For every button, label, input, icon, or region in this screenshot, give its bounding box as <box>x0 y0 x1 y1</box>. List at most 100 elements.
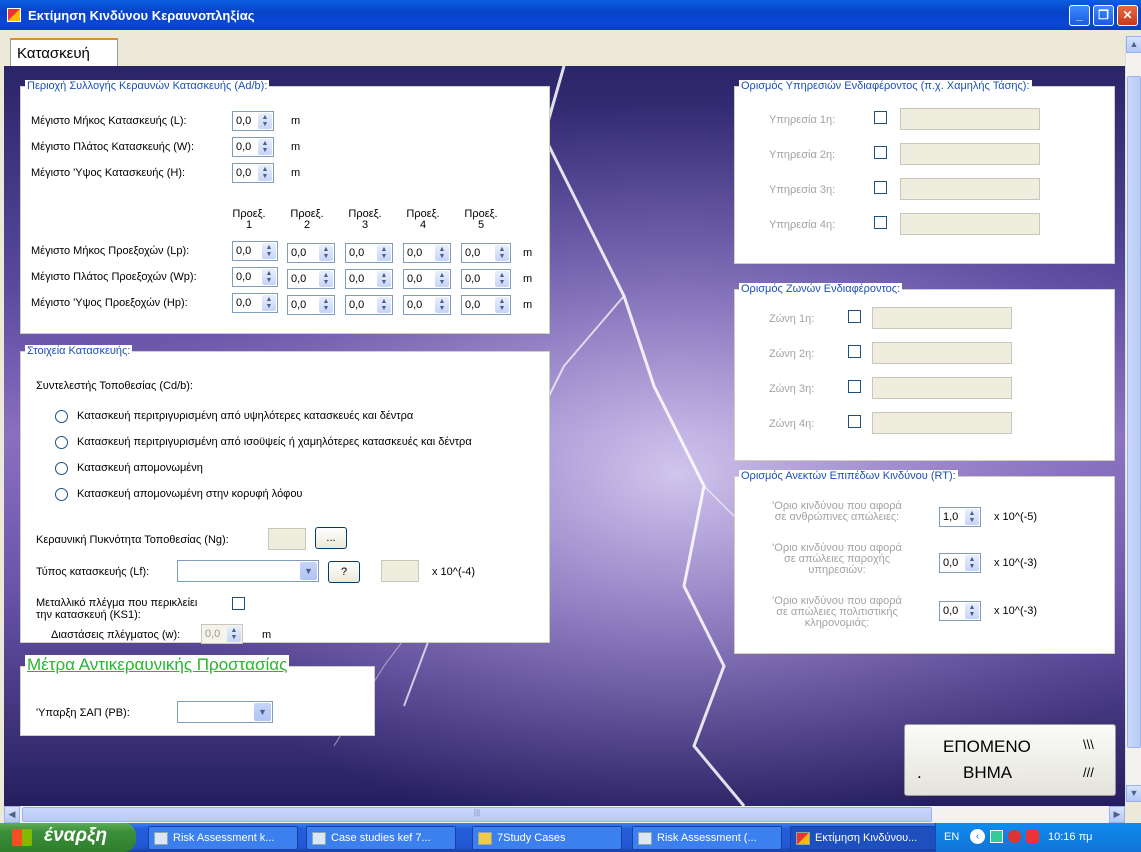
zone-3-checkbox[interactable] <box>848 380 861 393</box>
taskbar-item-1[interactable]: Risk Assessment k... <box>148 826 298 850</box>
scroll-right-icon[interactable]: ▶ <box>1109 806 1125 823</box>
location-radio-4[interactable] <box>55 488 68 501</box>
service-2-checkbox[interactable] <box>874 146 887 159</box>
minimize-button[interactable]: _ <box>1069 5 1090 26</box>
service-1-field <box>900 108 1040 130</box>
risk-heritage-spinner[interactable]: 0,0 ▲ ▼ <box>939 601 981 621</box>
proj-length-spinner-1[interactable]: 0,0 ▲ ▼ <box>232 241 278 261</box>
risk-human-label: 'Οριο κινδύνου που αφορά σε ανθρώπινες απ… <box>772 500 902 523</box>
proj-width-unit: m <box>523 273 533 285</box>
folder-icon <box>478 832 492 845</box>
proj-height-unit: m <box>523 299 533 311</box>
proj-height-spinner-1[interactable]: 0,0 ▲ ▼ <box>232 293 278 313</box>
scroll-down-icon[interactable]: ▼ <box>1126 785 1141 802</box>
proj-width-spinner-2[interactable]: 0,0 ▲ ▼ <box>287 269 335 289</box>
location-coefficient-label: Συντελεστής Τοποθεσίας (Cd/b): <box>36 380 193 392</box>
proj-height-spinner-2[interactable]: 0,0 ▲ ▼ <box>287 295 335 315</box>
scroll-left-icon[interactable]: ◀ <box>4 806 20 823</box>
zone-4-checkbox[interactable] <box>848 415 861 428</box>
tab-construction[interactable]: Κατασκευή <box>10 38 118 66</box>
service-1-label: Υπηρεσία 1η: <box>769 114 836 126</box>
location-radio-1[interactable] <box>55 410 68 423</box>
proj-length-spinner-2[interactable]: 0,0 ▲ ▼ <box>287 243 335 263</box>
restore-button[interactable]: ❐ <box>1093 5 1114 26</box>
metal-mesh-checkbox[interactable] <box>232 597 245 610</box>
proj-height-label: Μέγιστο 'Υψος Προεξοχών (Hp): <box>31 297 188 309</box>
construction-type-help-button[interactable]: ? <box>328 561 360 583</box>
next-step-button[interactable]: ΕΠΟΜΕΝΟ ΒΗΜΑ . \\\ /// <box>904 724 1116 796</box>
location-option-2: Κατασκευή περιτριγυρισμένη από ισοϋψείς … <box>77 436 472 448</box>
language-indicator[interactable]: EN <box>944 831 959 843</box>
width-label: Μέγιστο Πλάτος Κατασκευής (W): <box>31 141 195 153</box>
proj-width-spinner-1[interactable]: 0,0 ▲ ▼ <box>232 267 278 287</box>
proj-header-4: Προεξ. 4 <box>406 208 440 231</box>
proj-height-spinner-5[interactable]: 0,0 ▲ ▼ <box>461 295 511 315</box>
form-canvas: Περιοχή Συλλογής Κεραυνών Κατασκευής (Ad… <box>4 66 1125 806</box>
proj-width-spinner-4[interactable]: 0,0 ▲ ▼ <box>403 269 451 289</box>
risk-human-spinner[interactable]: 1,0 ▲ ▼ <box>939 507 981 527</box>
zone-2-checkbox[interactable] <box>848 345 861 358</box>
taskbar-item-3[interactable]: 7Study Cases <box>472 826 622 850</box>
zone-3-label: Ζώνη 3η: <box>769 383 815 395</box>
antivirus-icon[interactable] <box>1026 830 1039 843</box>
service-4-checkbox[interactable] <box>874 216 887 229</box>
collection-area-legend: Περιοχή Συλλογής Κεραυνών Κατασκευής (Ad… <box>25 80 270 92</box>
proj-length-spinner-5[interactable]: 0,0 ▲ ▼ <box>461 243 511 263</box>
horizontal-scroll-thumb[interactable]: ||| <box>22 807 932 822</box>
mesh-dimension-spinner[interactable]: 0,0 ▲ ▼ <box>201 624 243 644</box>
close-button[interactable]: ✕ <box>1117 5 1138 26</box>
security-icon[interactable] <box>1008 830 1021 843</box>
construction-type-select[interactable]: ▼ <box>177 560 319 582</box>
start-button[interactable]: έναρξη <box>0 823 136 852</box>
proj-length-spinner-4[interactable]: 0,0 ▲ ▼ <box>403 243 451 263</box>
collection-area-panel: Περιοχή Συλλογής Κεραυνών Κατασκευής (Ad… <box>20 80 550 334</box>
service-1-checkbox[interactable] <box>874 111 887 124</box>
risk-service-spinner[interactable]: 0,0 ▲ ▼ <box>939 553 981 573</box>
proj-width-spinner-3[interactable]: 0,0 ▲ ▼ <box>345 269 393 289</box>
construction-type-value-field <box>381 560 419 582</box>
location-option-4: Κατασκευή απομονωμένη στην κορυφή λόφου <box>77 488 303 500</box>
system-tray: EN ‹ 10:16 πμ <box>935 823 1141 852</box>
location-option-3: Κατασκευή απομονωμένη <box>77 462 203 474</box>
taskbar-item-5[interactable]: Εκτίμηση Κινδύνου... <box>790 826 940 850</box>
zones-panel: Ορισμός Ζωνών Ενδιαφέροντος: Ζώνη 1η: Ζώ… <box>734 283 1115 461</box>
vertical-scroll-thumb[interactable] <box>1127 76 1141 748</box>
risk-service-label: 'Οριο κινδύνου που αφορά σε απώλειες παρο… <box>772 542 902 576</box>
vertical-scrollbar[interactable]: ▲ ▼ <box>1125 36 1141 802</box>
window-titlebar: Εκτίμηση Κινδύνου Κεραυνοπληξίας _ ❐ ✕ <box>0 0 1141 30</box>
zone-1-checkbox[interactable] <box>848 310 861 323</box>
service-3-label: Υπηρεσία 3η: <box>769 184 836 196</box>
next-step-dot: . <box>917 763 922 782</box>
scroll-up-icon[interactable]: ▲ <box>1126 36 1141 53</box>
proj-header-2: Προεξ. 2 <box>290 208 324 231</box>
risk-levels-panel: Ορισμός Ανεκτών Επιπέδων Κινδύνου (RT): … <box>734 470 1115 654</box>
services-legend: Ορισμός Υπηρεσιών Ενδιαφέροντος (π.χ. Χα… <box>739 80 1032 92</box>
width-spinner[interactable]: 0,0 ▲ ▼ <box>232 137 274 157</box>
metal-mesh-label: Μεταλλικό πλέγμα που περικλείει την κατασ… <box>36 597 198 621</box>
location-option-1: Κατασκευή περιτριγυρισμένη από υψηλότερε… <box>77 410 414 422</box>
network-icon[interactable] <box>990 830 1003 843</box>
length-spinner[interactable]: 0,0 ▲ ▼ <box>232 111 274 131</box>
service-2-label: Υπηρεσία 2η: <box>769 149 836 161</box>
proj-length-spinner-3[interactable]: 0,0 ▲ ▼ <box>345 243 393 263</box>
location-radio-2[interactable] <box>55 436 68 449</box>
lightning-density-label: Κεραυνική Πυκνότητα Τοποθεσίας (Ng): <box>36 534 229 546</box>
construction-details-legend: Στοιχεία Κατασκευής: <box>25 345 133 357</box>
lightning-density-browse-button[interactable]: ... <box>315 527 347 549</box>
proj-height-spinner-4[interactable]: 0,0 ▲ ▼ <box>403 295 451 315</box>
window-title: Εκτίμηση Κινδύνου Κεραυνοπληξίας <box>28 8 255 23</box>
zone-4-label: Ζώνη 4η: <box>769 418 815 430</box>
protection-measures-legend: Μέτρα Αντικεραυνικής Προστασίας <box>25 655 290 675</box>
sap-select[interactable]: ▼ <box>177 701 273 723</box>
service-3-checkbox[interactable] <box>874 181 887 194</box>
proj-width-spinner-5[interactable]: 0,0 ▲ ▼ <box>461 269 511 289</box>
location-radio-3[interactable] <box>55 462 68 475</box>
proj-height-spinner-3[interactable]: 0,0 ▲ ▼ <box>345 295 393 315</box>
horizontal-scrollbar[interactable]: ◀ ||| ▶ <box>4 806 1125 823</box>
taskbar-item-2[interactable]: Case studies kef 7... <box>306 826 456 850</box>
taskbar-item-4[interactable]: Risk Assessment (... <box>632 826 782 850</box>
app-icon <box>796 832 810 845</box>
proj-length-label: Μέγιστο Μήκος Προεξοχών (Lp): <box>31 245 190 257</box>
tray-expand-icon[interactable]: ‹ <box>970 829 985 844</box>
height-spinner[interactable]: 0,0 ▲ ▼ <box>232 163 274 183</box>
